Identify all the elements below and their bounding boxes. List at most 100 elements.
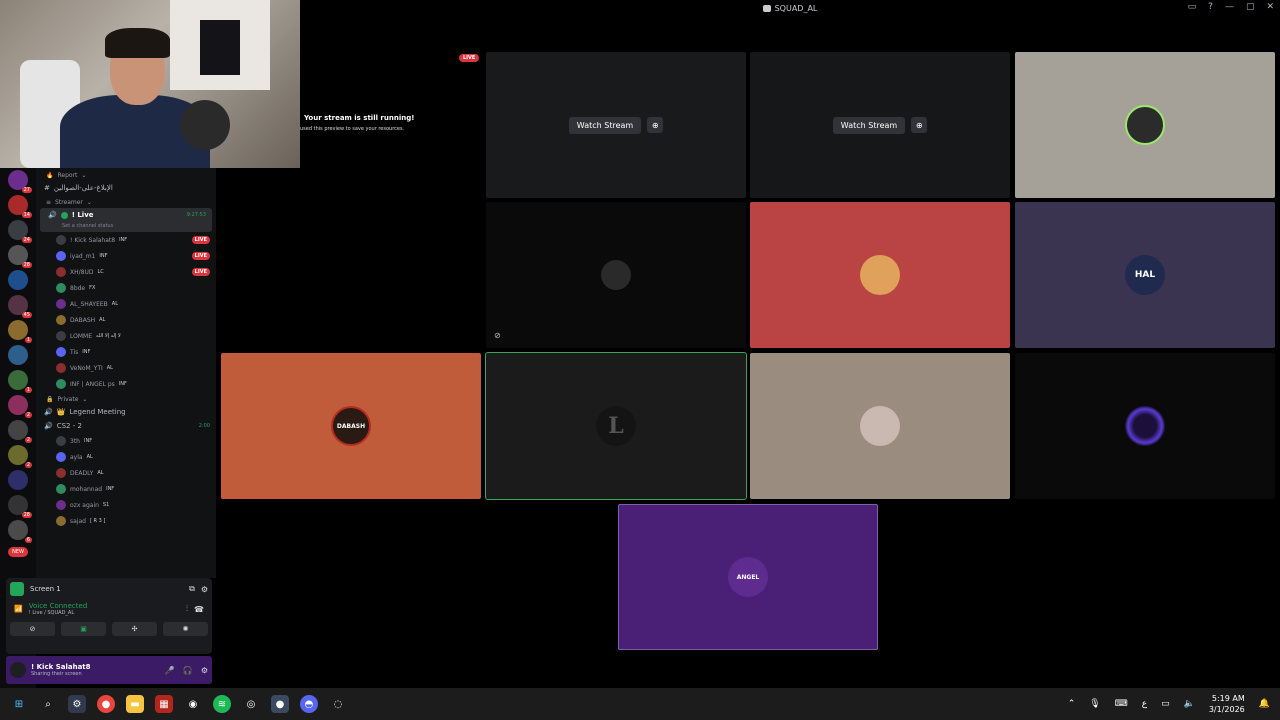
maximize-button[interactable]: ▢ — [1246, 2, 1255, 12]
server-icon[interactable]: 28 — [8, 495, 32, 518]
category-streamer[interactable]: ≡ Streamer ⌄ — [36, 195, 216, 208]
participant-tile-grey[interactable] — [1015, 52, 1275, 198]
channel-cs2[interactable]: 🔊 CS2 - 2 2:00 — [36, 419, 216, 433]
help-icon[interactable]: ? — [1208, 2, 1213, 12]
server-icon[interactable] — [8, 345, 28, 365]
windows-start-icon[interactable]: ⊞ — [10, 695, 28, 713]
steam-icon[interactable]: ◎ — [242, 695, 260, 713]
channel-legend-meeting[interactable]: 🔊 👑 Legend Meeting — [36, 405, 216, 419]
server-icon[interactable] — [8, 470, 28, 490]
avatar[interactable] — [10, 662, 26, 678]
noise-suppression-icon[interactable]: ⫶ — [186, 604, 188, 614]
avatar: DABASH — [331, 406, 371, 446]
keyboard-icon[interactable]: ⌨ — [1115, 699, 1128, 709]
live-badge[interactable]: LIVE — [191, 252, 210, 260]
chevron-up-icon[interactable]: ⌃ — [1068, 699, 1076, 709]
channel-live[interactable]: 🔊 ! Live 9:27:53 Set a channel status — [40, 208, 212, 232]
voice-user[interactable]: LOMME لا إله إلا الله — [36, 328, 216, 344]
headphones-icon[interactable]: 🎧 — [183, 666, 193, 675]
server-icon[interactable]: 6 — [8, 520, 32, 543]
voice-user[interactable]: INF | ANGEL ps INF — [36, 376, 216, 392]
voice-user-name: LOMME — [70, 332, 92, 340]
app-icon[interactable]: ▦ — [155, 695, 173, 713]
participant-tile-red[interactable] — [750, 202, 1010, 348]
voice-user[interactable]: ozx again S1 — [36, 497, 216, 513]
mic-icon[interactable]: 🎤 — [165, 666, 175, 675]
steam-client-icon[interactable]: ◌ — [329, 695, 347, 713]
server-icon[interactable]: 1 — [8, 320, 32, 343]
chrome-icon[interactable]: ● — [97, 695, 115, 713]
voice-user[interactable]: 8bde FX — [36, 280, 216, 296]
live-badge[interactable]: LIVE — [191, 236, 210, 244]
disconnect-icon[interactable]: ☎ — [194, 605, 204, 614]
discord-icon[interactable]: ◓ — [300, 695, 318, 713]
voice-user[interactable]: 3th INF — [36, 433, 216, 449]
server-icon[interactable]: 2 — [8, 420, 32, 443]
stream-running-subtitle: used this preview to save your resources… — [300, 126, 405, 132]
watch-stream-button[interactable]: Watch Stream — [568, 116, 642, 134]
voice-user[interactable]: DEADLY AL — [36, 465, 216, 481]
participant-tile-purple[interactable]: ANGEL — [618, 504, 878, 650]
voice-user[interactable]: mohannad INF — [36, 481, 216, 497]
server-icon[interactable]: 28 — [8, 245, 32, 268]
zoom-icon[interactable]: ⊕ — [647, 117, 664, 133]
network-icon[interactable]: ▭ — [1161, 699, 1170, 709]
participant-tile-purple-dark[interactable]: HAL — [1015, 202, 1275, 348]
server-icon[interactable]: 2 — [8, 445, 32, 468]
soundboard-button[interactable]: ✺ — [163, 622, 208, 636]
close-button[interactable]: ✕ — [1266, 2, 1274, 12]
new-badge[interactable]: NEW — [8, 547, 28, 557]
notification-badge: 28 — [21, 262, 32, 268]
settings-icon[interactable]: ⚙ — [201, 585, 208, 594]
voice-user[interactable]: VeNoM_YTI AL — [36, 360, 216, 376]
volume-icon[interactable]: 🔈 — [1184, 699, 1195, 709]
voice-user[interactable]: XH/8UD LC LIVE — [36, 264, 216, 280]
participant-tile-black-2[interactable] — [1015, 353, 1275, 499]
participant-tile-tan[interactable] — [750, 353, 1010, 499]
camera-off-button[interactable]: ⊘ — [10, 622, 55, 636]
channel-report[interactable]: # الإبلاغ-على-الصوالين — [36, 181, 216, 195]
gear-icon[interactable]: ⚙ — [201, 666, 208, 675]
popout-icon[interactable]: ⧉ — [189, 584, 195, 594]
category-private[interactable]: 🔒 Private ⌄ — [36, 392, 216, 405]
server-icon[interactable]: 14 — [8, 195, 32, 218]
microphone-icon[interactable]: 🎙 — [1089, 699, 1100, 709]
channel-status[interactable]: Set a channel status — [62, 223, 113, 229]
participant-tile-speaking[interactable]: L — [485, 352, 747, 500]
obs-icon[interactable]: ◉ — [184, 695, 202, 713]
notification-bell-icon[interactable]: 🔔 — [1259, 699, 1270, 709]
server-icon[interactable]: 1 — [8, 370, 32, 393]
stream-tile-2[interactable]: Watch Stream ⊕ — [750, 52, 1010, 198]
watch-stream-button[interactable]: Watch Stream — [832, 116, 906, 134]
inbox-icon[interactable]: ▭ — [1188, 2, 1197, 12]
spotify-icon[interactable]: ≋ — [213, 695, 231, 713]
language-indicator[interactable]: ع — [1142, 699, 1147, 709]
voice-user[interactable]: ayla AL — [36, 449, 216, 465]
voice-user[interactable]: AL_SHAYEEB AL — [36, 296, 216, 312]
participant-tile-black[interactable]: ⊘ — [486, 202, 746, 348]
activities-button[interactable]: ✣ — [112, 622, 157, 636]
clock[interactable]: 5:19 AM 3/1/2026 — [1209, 693, 1245, 715]
voice-user[interactable]: iyad_m1 INF LIVE — [36, 248, 216, 264]
participant-tile-orange[interactable]: DABASH — [221, 353, 481, 499]
minimize-button[interactable]: — — [1225, 2, 1234, 12]
voice-user[interactable]: sajad[ R 3 ] — [36, 513, 216, 529]
zoom-icon[interactable]: ⊕ — [911, 117, 928, 133]
server-icon[interactable]: 45 — [8, 295, 32, 318]
live-badge[interactable]: LIVE — [191, 268, 210, 276]
chrome-active-icon[interactable]: ● — [271, 695, 289, 713]
search-icon[interactable]: ⌕ — [39, 695, 57, 713]
file-explorer-icon[interactable]: ▬ — [126, 695, 144, 713]
server-icon[interactable]: 2 — [8, 395, 32, 418]
stream-tile-1[interactable]: Watch Stream ⊕ — [486, 52, 746, 198]
category-report[interactable]: 🔥 Report ⌄ — [36, 168, 216, 181]
server-icon[interactable]: 24 — [8, 220, 32, 243]
voice-user[interactable]: ! Kick Salahat8 INF LIVE — [36, 232, 216, 248]
voice-user[interactable]: Tis INF — [36, 344, 216, 360]
voice-user[interactable]: DABASH AL — [36, 312, 216, 328]
server-icon[interactable] — [8, 270, 28, 290]
server-icon[interactable]: 27 — [8, 170, 32, 193]
screen-share-button[interactable]: ▣ — [61, 622, 106, 636]
settings-app-icon[interactable]: ⚙ — [68, 695, 86, 713]
voice-location[interactable]: ! Live / SQUAD_AL — [29, 610, 88, 616]
